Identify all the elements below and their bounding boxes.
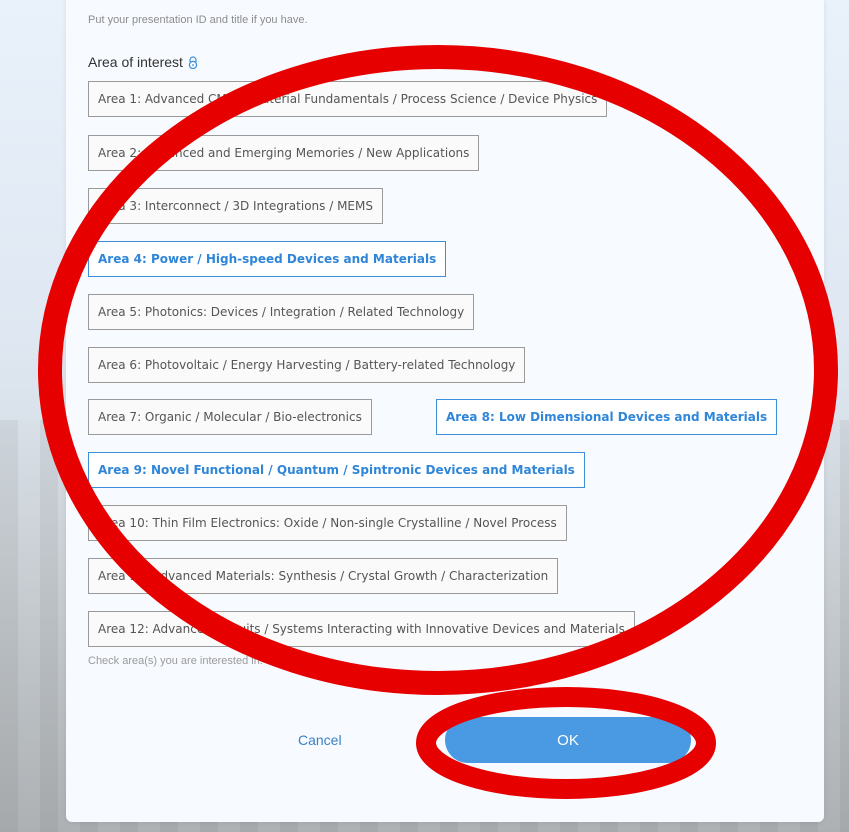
presentation-id-hint: Put your presentation ID and title if yo… xyxy=(88,14,308,26)
area-9-button[interactable]: Area 9: Novel Functional / Quantum / Spi… xyxy=(88,452,585,488)
area-5-button[interactable]: Area 5: Photonics: Devices / Integration… xyxy=(88,294,475,330)
area-11-button[interactable]: Area 11: Advanced Materials: Synthesis /… xyxy=(88,558,559,594)
cancel-button[interactable]: Cancel xyxy=(298,732,342,748)
area-10-button[interactable]: Area 10: Thin Film Electronics: Oxide / … xyxy=(88,505,567,541)
area-1-button[interactable]: Area 1: Advanced CMOS: Material Fundamen… xyxy=(88,81,608,117)
area-7-button[interactable]: Area 7: Organic / Molecular / Bio-electr… xyxy=(88,399,372,435)
area-of-interest-text: Area of interest xyxy=(88,54,183,70)
area-12-button[interactable]: Area 12: Advanced Circuits / Systems Int… xyxy=(88,611,635,647)
area-8-button[interactable]: Area 8: Low Dimensional Devices and Mate… xyxy=(436,399,778,435)
check-areas-hint: Check area(s) you are interested in. xyxy=(88,655,263,667)
area-of-interest-label: Area of interest xyxy=(88,54,199,70)
area-2-button[interactable]: Area 2: Advanced and Emerging Memories /… xyxy=(88,135,480,171)
area-4-button[interactable]: Area 4: Power / High-speed Devices and M… xyxy=(88,241,447,277)
area-6-button[interactable]: Area 6: Photovoltaic / Energy Harvesting… xyxy=(88,347,526,383)
lock-icon xyxy=(187,56,199,70)
ok-button[interactable]: OK xyxy=(445,717,691,763)
area-3-button[interactable]: Area 3: Interconnect / 3D Integrations /… xyxy=(88,188,383,224)
